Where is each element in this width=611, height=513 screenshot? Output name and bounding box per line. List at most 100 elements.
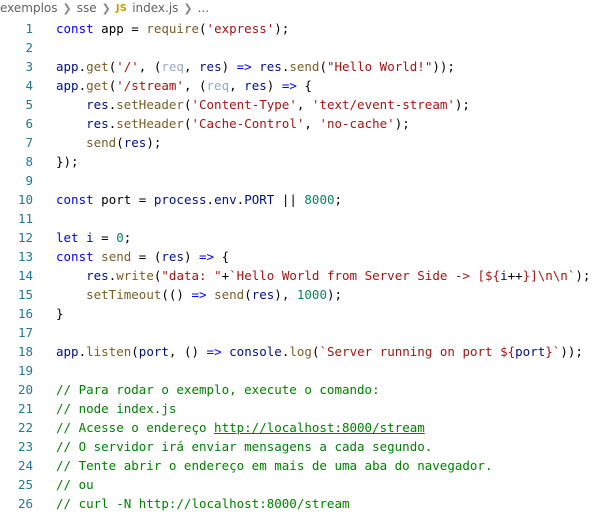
breadcrumb-item-file[interactable]: index.js bbox=[132, 1, 178, 15]
code-line[interactable]: 24 // Tente abrir o endereço em mais de u… bbox=[0, 456, 611, 475]
code-text[interactable]: app.get('/stream', (req, res) => { bbox=[56, 76, 312, 95]
code-token: ); bbox=[274, 21, 290, 36]
code-token: => bbox=[236, 59, 252, 74]
code-line[interactable]: 26 // curl -N http://localhost:8000/strea… bbox=[0, 494, 611, 513]
line-number: 21 bbox=[17, 401, 33, 416]
code-token: => bbox=[206, 344, 222, 359]
line-number: 5 bbox=[25, 97, 33, 112]
code-token: { bbox=[214, 249, 230, 264]
line-number: 8 bbox=[25, 154, 33, 169]
line-number: 14 bbox=[17, 268, 33, 283]
code-editor[interactable]: 1 const app = require('express'); 2 3 app.ge… bbox=[0, 19, 611, 513]
code-token: setHeader bbox=[116, 97, 184, 112]
code-token: ); bbox=[454, 97, 470, 112]
code-line[interactable]: 23 // O servidor irá enviar mensagens a c… bbox=[0, 437, 611, 456]
code-token: { bbox=[296, 78, 312, 93]
code-line[interactable]: 7 send(res); bbox=[0, 133, 611, 152]
code-token: , bbox=[296, 97, 312, 112]
code-text[interactable]: res.write("data: "+`Hello World from Ser… bbox=[56, 266, 590, 285]
code-token: '/' bbox=[116, 59, 139, 74]
code-line[interactable]: 19 bbox=[0, 361, 611, 380]
code-token: i bbox=[86, 230, 94, 245]
code-token: 'express' bbox=[206, 21, 275, 36]
code-line[interactable]: 22 // Acesse o endereço http://localhost:… bbox=[0, 418, 611, 437]
code-token: }` bbox=[545, 344, 561, 359]
code-text[interactable]: // node index.js bbox=[56, 399, 176, 418]
code-text[interactable]: // O servidor irá enviar mensagens a cad… bbox=[56, 437, 432, 456]
code-text[interactable]: const port = process.env.PORT || 8000; bbox=[56, 190, 342, 209]
code-text[interactable]: // Tente abrir o endereço em mais de uma… bbox=[56, 456, 493, 475]
line-number: 11 bbox=[17, 211, 33, 226]
line-number: 9 bbox=[25, 173, 33, 188]
code-token: send bbox=[101, 249, 132, 264]
code-token: = bbox=[93, 230, 117, 245]
code-line[interactable]: 1 const app = require('express'); bbox=[0, 19, 611, 38]
code-token: , bbox=[229, 78, 245, 93]
code-token: ) bbox=[183, 249, 200, 264]
line-number: 16 bbox=[17, 306, 33, 321]
code-line[interactable]: 8}); bbox=[0, 152, 611, 171]
code-line[interactable]: 13 const send = (res) => { bbox=[0, 247, 611, 266]
code-line[interactable]: 4 app.get('/stream', (req, res) => { bbox=[0, 76, 611, 95]
code-text[interactable]: }); bbox=[56, 152, 79, 171]
code-token: "Hello World!" bbox=[327, 59, 433, 74]
breadcrumb-item-symbols[interactable]: ... bbox=[198, 1, 209, 15]
code-token: '/stream' bbox=[116, 78, 184, 93]
code-line[interactable]: 15 setTimeout(() => send(res), 1000); bbox=[0, 285, 611, 304]
code-token: 0 bbox=[116, 230, 124, 245]
code-link[interactable]: http://localhost:8000/stream bbox=[214, 420, 425, 435]
code-token: port = bbox=[93, 192, 154, 207]
code-token: // Tente abrir o endereço em mais de uma… bbox=[56, 458, 493, 473]
code-text[interactable]: const send = (res) => { bbox=[56, 247, 229, 266]
code-line[interactable]: 2 bbox=[0, 38, 611, 57]
code-token: . bbox=[78, 59, 87, 74]
code-line[interactable]: 14 res.write("data: "+`Hello World from … bbox=[0, 266, 611, 285]
code-token: env bbox=[214, 192, 237, 207]
code-text[interactable]: res.setHeader('Cache-Control', 'no-cache… bbox=[56, 114, 410, 133]
code-line[interactable]: 21 // node index.js bbox=[0, 399, 611, 418]
code-text[interactable]: // curl -N http://localhost:8000/stream bbox=[56, 494, 350, 513]
code-token: 'Cache-Control' bbox=[191, 116, 305, 131]
code-text[interactable]: setTimeout(() => send(res), 1000); bbox=[56, 285, 342, 304]
code-line[interactable]: 11 bbox=[0, 209, 611, 228]
code-token: // O servidor irá enviar mensagens a cad… bbox=[56, 439, 433, 454]
code-line[interactable]: 18 app.listen(port, () => console.log(`Se… bbox=[0, 342, 611, 361]
code-token: log bbox=[289, 344, 312, 359]
code-line[interactable]: 3 app.get('/', (req, res) => res.send("He… bbox=[0, 57, 611, 76]
code-text[interactable]: res.setHeader('Content-Type', 'text/even… bbox=[56, 95, 470, 114]
code-text[interactable]: const app = require('express'); bbox=[56, 19, 289, 38]
code-text[interactable]: let i = 0; bbox=[56, 228, 131, 247]
code-text[interactable]: } bbox=[56, 304, 64, 323]
breadcrumb-item-exemplos[interactable]: exemplos bbox=[0, 1, 58, 15]
code-text[interactable]: // Acesse o endereço http://localhost:80… bbox=[56, 418, 425, 437]
code-text[interactable]: app.listen(port, () => console.log(`Serv… bbox=[56, 342, 583, 361]
code-token: send bbox=[86, 135, 117, 150]
code-token: res bbox=[123, 135, 147, 150]
code-text[interactable]: // ou bbox=[56, 475, 94, 494]
code-token: port bbox=[515, 344, 546, 359]
code-line[interactable]: 9 bbox=[0, 171, 611, 190]
code-token: PORT bbox=[244, 192, 275, 207]
code-token: app bbox=[56, 344, 79, 359]
code-line[interactable]: 17 bbox=[0, 323, 611, 342]
code-token: = ( bbox=[131, 249, 162, 264]
line-number: 6 bbox=[25, 116, 33, 131]
line-number: 7 bbox=[25, 135, 33, 150]
code-text[interactable]: app.get('/', (req, res) => res.send("Hel… bbox=[56, 57, 455, 76]
breadcrumb-item-sse[interactable]: sse bbox=[77, 1, 97, 15]
code-line[interactable]: 20 // Para rodar o exemplo, execute o com… bbox=[0, 380, 611, 399]
code-line[interactable]: 12 let i = 0; bbox=[0, 228, 611, 247]
code-line[interactable]: 5 res.setHeader('Content-Type', 'text/ev… bbox=[0, 95, 611, 114]
code-token: // node index.js bbox=[56, 401, 177, 416]
code-line[interactable]: 16} bbox=[0, 304, 611, 323]
code-token: let bbox=[56, 230, 79, 245]
code-line[interactable]: 6 res.setHeader('Cache-Control', 'no-cac… bbox=[0, 114, 611, 133]
code-token: app bbox=[56, 59, 79, 74]
code-text[interactable]: // Para rodar o exemplo, execute o coman… bbox=[56, 380, 380, 399]
code-text[interactable]: send(res); bbox=[56, 133, 161, 152]
code-token: ( bbox=[319, 59, 327, 74]
code-line[interactable]: 25 // ou bbox=[0, 475, 611, 494]
code-line[interactable]: 10 const port = process.env.PORT || 8000; bbox=[0, 190, 611, 209]
